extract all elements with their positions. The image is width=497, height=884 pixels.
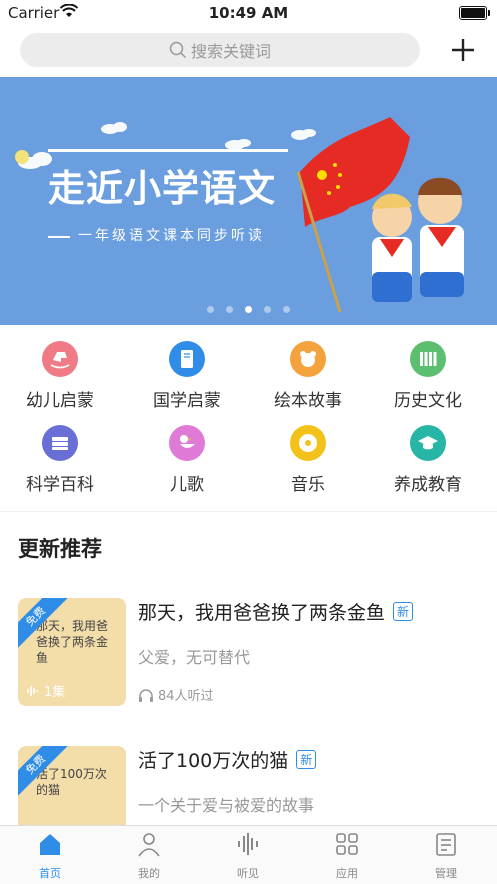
category-label: 养成教育 [394,475,462,495]
manage-icon [436,833,456,856]
category-label: 儿歌 [170,475,204,495]
tab-home[interactable]: 首页 [20,830,80,881]
banner-subtitle-dash [48,236,70,238]
rocking-horse-icon [42,341,78,377]
tab-label: 管理 [435,867,457,880]
soundwave-icon [27,685,38,696]
item-title-text: 那天，我用爸爸换了两条金鱼 [138,602,386,624]
category-4[interactable]: 历史文化 [368,341,488,411]
category-label: 科学百科 [26,475,94,495]
divider [0,511,497,512]
books-stack-icon [42,425,78,461]
tab-label: 应用 [336,867,358,880]
tab-soundwave[interactable]: 听见 [218,830,278,881]
apps-icon [336,833,358,855]
tab-apps[interactable]: 应用 [317,830,377,881]
bear-icon [290,341,326,377]
record-icon [290,425,326,461]
person-icon [138,833,160,857]
new-badge: 新 [393,602,414,621]
item-desc: 父爱，无可替代 [138,648,251,667]
category-2[interactable]: 国学启蒙 [127,341,247,411]
category-7[interactable]: 音乐 [248,425,368,495]
item-desc: 一个关于爱与被爱的故事 [138,796,315,815]
carousel-dot[interactable] [245,306,252,313]
category-label: 绘本故事 [274,391,342,411]
banner-subtitle: 一年级语文课本同步听读 [78,228,265,244]
play-count: 84人听过 [138,685,214,704]
item-title: 那天，我用爸爸换了两条金鱼新 [138,598,414,625]
search-bar[interactable]: 搜索关键词 [20,33,420,67]
graduation-cap-icon [410,425,446,461]
tab-bar: 首页 我的 听见 应用 管理 [0,825,497,884]
status-bar: Carrier 10:49 AM [0,0,497,26]
headphones-icon [139,688,153,702]
add-button[interactable] [448,35,478,65]
soundwave-icon [238,833,258,855]
tab-person[interactable]: 我的 [119,830,179,881]
tab-label: 我的 [138,867,160,880]
banner-carousel[interactable]: 走近小学语文 一年级语文课本同步听读 [0,77,497,325]
carousel-dot[interactable] [226,306,233,313]
category-label: 历史文化 [394,391,462,411]
category-3[interactable]: 绘本故事 [248,341,368,411]
episode-count: 1集 [26,681,65,700]
carousel-dots [0,306,497,313]
clock: 10:49 AM [208,4,289,22]
duck-icon [169,425,205,461]
category-label: 幼儿启蒙 [26,391,94,411]
tab-label: 首页 [39,867,61,880]
section-title: 更新推荐 [18,537,102,561]
search-placeholder: 搜索关键词 [190,42,271,61]
plus-icon [452,39,474,61]
category-label: 音乐 [291,475,325,495]
tab-label: 听见 [237,867,259,880]
tab-manage[interactable]: 管理 [416,830,476,881]
cover-image: 那天，我用爸爸换了两条金鱼 免费 1集 [18,598,126,706]
list-item[interactable]: 那天，我用爸爸换了两条金鱼 免费 1集 那天，我用爸爸换了两条金鱼新 父爱，无可… [18,598,488,708]
category-5[interactable]: 科学百科 [0,425,120,495]
bamboo-scroll-icon [410,341,446,377]
category-1[interactable]: 幼儿启蒙 [0,341,120,411]
banner-title: 走近小学语文 [48,167,276,210]
banner-line [48,149,288,152]
play-count-label: 84人听过 [158,689,214,704]
home-icon [40,834,60,855]
carousel-dot[interactable] [207,306,214,313]
carousel-dot[interactable] [264,306,271,313]
battery-icon [459,6,490,20]
carousel-dot[interactable] [283,306,290,313]
book-icon [169,341,205,377]
new-badge: 新 [296,750,317,769]
item-title: 活了100万次的猫新 [138,746,317,773]
item-title-text: 活了100万次的猫 [138,750,289,772]
episode-count-label: 1集 [44,685,66,700]
category-6[interactable]: 儿歌 [127,425,247,495]
cover-text: 活了100万次的猫 [36,767,107,797]
search-icon [169,41,187,59]
cover-text: 那天，我用爸爸换了两条金鱼 [36,619,109,665]
category-label: 国学启蒙 [153,391,221,411]
category-8[interactable]: 养成教育 [368,425,488,495]
